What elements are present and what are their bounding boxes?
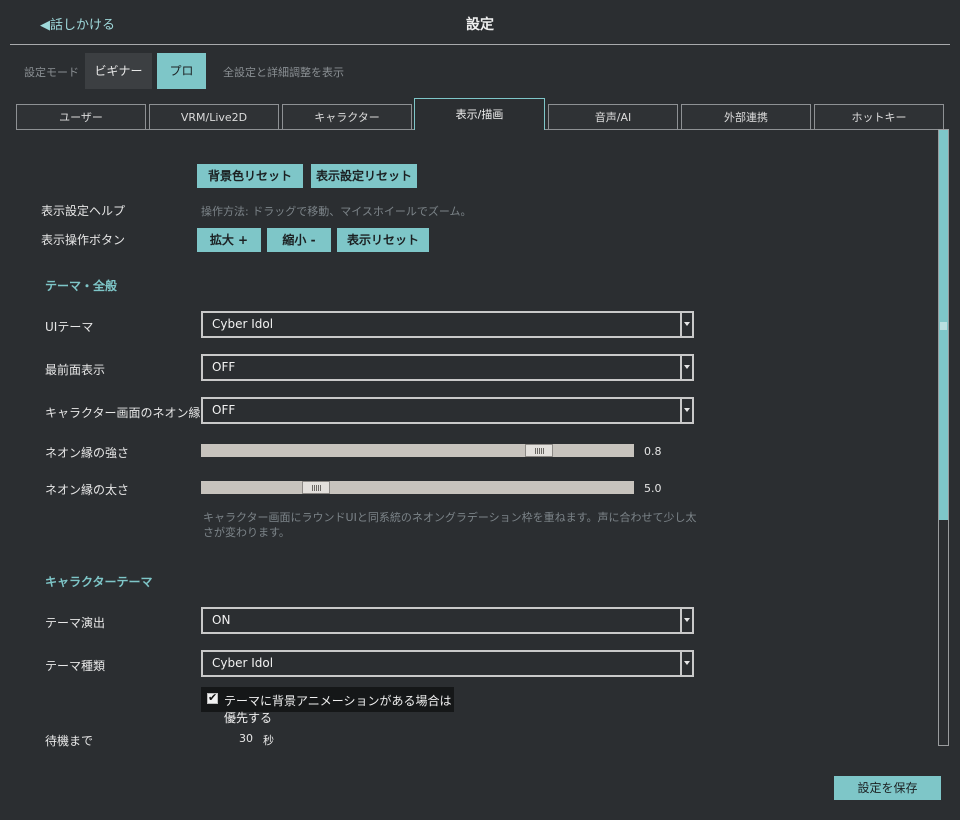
neon-width-label: ネオン縁の太さ: [45, 483, 130, 497]
chevron-down-icon[interactable]: [680, 356, 692, 379]
idle-until-unit: 秒: [263, 734, 274, 747]
zoom-out-button[interactable]: 縮小 -: [267, 228, 331, 252]
prefer-bg-animation-row[interactable]: ✔ テーマに背景アニメーションがある場合は優先する: [201, 687, 454, 725]
chevron-down-icon[interactable]: [680, 313, 692, 336]
theme-effect-label: テーマ演出: [45, 616, 106, 630]
display-ops-label: 表示操作ボタン: [41, 233, 126, 247]
scrollbar-grip-icon: [940, 322, 947, 330]
chevron-down-icon[interactable]: [680, 652, 692, 675]
mode-beginner-button[interactable]: ビギナー: [85, 53, 152, 89]
neon-strength-slider[interactable]: [201, 444, 634, 457]
neon-border-select[interactable]: OFF: [201, 397, 694, 424]
theme-type-label: テーマ種類: [45, 659, 106, 673]
tab-vrm-live2d[interactable]: VRM/Live2D: [149, 104, 279, 130]
always-on-top-value: OFF: [212, 360, 236, 374]
prefer-bg-animation-checkbox[interactable]: ✔: [207, 691, 218, 704]
prefer-bg-animation-label: テーマに背景アニメーションがある場合は優先する: [224, 694, 452, 725]
ui-theme-label: UIテーマ: [45, 320, 94, 334]
scrollbar-thumb[interactable]: [939, 130, 948, 520]
always-on-top-label: 最前面表示: [45, 363, 106, 377]
display-reset-button[interactable]: 表示リセット: [337, 228, 429, 252]
page-title: 設定: [466, 17, 494, 33]
tab-user[interactable]: ユーザー: [16, 104, 146, 130]
neon-note-line-1: キャラクター画面にラウンドUIと同系統のネオングラデーション枠を重ねます。声に合…: [203, 511, 697, 524]
display-help-label: 表示設定ヘルプ: [41, 204, 126, 218]
checkmark-icon: ✔: [208, 691, 218, 704]
content-top-border-left: [16, 129, 414, 130]
display-settings-reset-button[interactable]: 表示設定リセット: [311, 164, 417, 188]
neon-width-value: 5.0: [644, 482, 662, 495]
mode-pro-button[interactable]: プロ: [157, 53, 206, 89]
ui-theme-value: Cyber Idol: [212, 317, 274, 331]
theme-effect-select[interactable]: ON: [201, 607, 694, 634]
ui-theme-select[interactable]: Cyber Idol: [201, 311, 694, 338]
neon-border-value: OFF: [212, 403, 236, 417]
header-divider: [10, 44, 950, 45]
neon-border-label: キャラクター画面のネオン縁: [45, 406, 201, 420]
neon-width-slider-thumb[interactable]: [302, 481, 330, 494]
content-top-border-right: [545, 129, 944, 130]
idle-until-value[interactable]: 30: [239, 732, 253, 745]
tab-external[interactable]: 外部連携: [681, 104, 811, 130]
section-character-theme: キャラクターテーマ: [45, 575, 153, 589]
zoom-in-button[interactable]: 拡大 +: [197, 228, 261, 252]
tab-voice-ai[interactable]: 音声/AI: [548, 104, 678, 130]
display-help-text: 操作方法: ドラッグで移動、マイスホイールでズーム。: [201, 205, 472, 218]
bg-color-reset-button[interactable]: 背景色リセット: [197, 164, 303, 188]
neon-width-slider[interactable]: [201, 481, 634, 494]
chevron-down-icon[interactable]: [680, 609, 692, 632]
chevron-down-icon[interactable]: [680, 399, 692, 422]
always-on-top-select[interactable]: OFF: [201, 354, 694, 381]
neon-strength-value: 0.8: [644, 445, 662, 458]
tab-character[interactable]: キャラクター: [282, 104, 412, 130]
mode-label: 設定モード: [24, 66, 79, 79]
section-theme-general: テーマ・全般: [45, 279, 118, 293]
vertical-scrollbar[interactable]: [938, 129, 949, 746]
idle-until-label: 待機まで: [45, 734, 94, 748]
tab-display-render[interactable]: 表示/描画: [414, 98, 545, 130]
tab-hotkey[interactable]: ホットキー: [814, 104, 944, 130]
theme-effect-value: ON: [212, 613, 231, 627]
mode-description: 全設定と詳細調整を表示: [223, 66, 344, 79]
theme-type-value: Cyber Idol: [212, 656, 274, 670]
neon-note-line-2: さが変わります。: [203, 526, 290, 539]
neon-strength-slider-thumb[interactable]: [525, 444, 553, 457]
neon-strength-label: ネオン縁の強さ: [45, 446, 130, 460]
theme-type-select[interactable]: Cyber Idol: [201, 650, 694, 677]
save-settings-button[interactable]: 設定を保存: [834, 776, 941, 800]
